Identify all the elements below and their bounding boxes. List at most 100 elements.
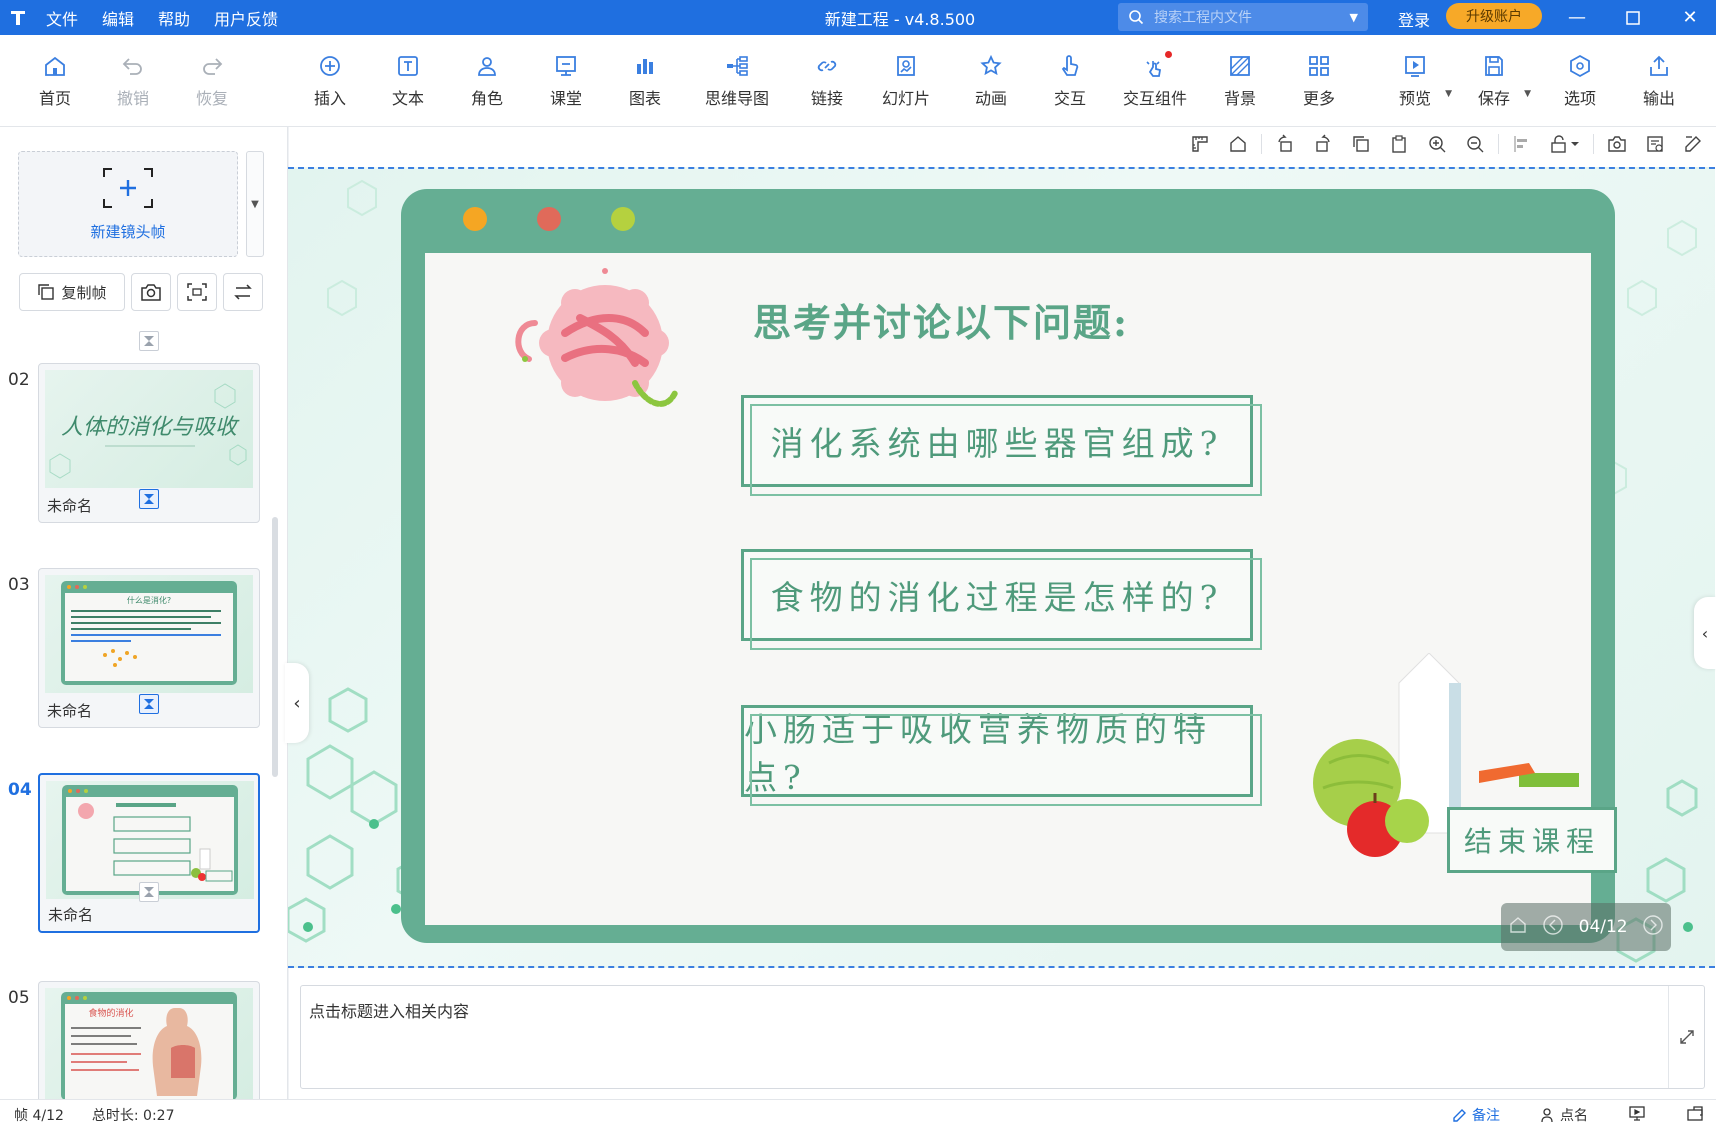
- minimize-icon[interactable]: —: [1552, 0, 1602, 35]
- animation-button[interactable]: 动画: [956, 53, 1026, 109]
- home-button[interactable]: 首页: [20, 53, 90, 109]
- save-button[interactable]: 保存 ▼: [1459, 53, 1531, 109]
- close-icon[interactable]: ✕: [1665, 0, 1715, 35]
- switch-frame-button[interactable]: [223, 273, 263, 311]
- play-icon: [1402, 53, 1428, 79]
- page-indicator: 04/12: [1578, 917, 1628, 937]
- redo-button[interactable]: 恢复: [177, 53, 247, 109]
- role-button[interactable]: 角色: [452, 53, 522, 109]
- ruler-icon[interactable]: [1185, 129, 1215, 159]
- insert-button[interactable]: 插入: [295, 53, 365, 109]
- interact-button[interactable]: 交互: [1035, 53, 1105, 109]
- notification-dot: [1165, 51, 1172, 58]
- window-dot-red: [537, 207, 561, 231]
- frame-label: 未命名: [48, 906, 94, 924]
- save-dropdown-icon[interactable]: ▼: [1524, 89, 1531, 99]
- end-course-button[interactable]: 结束课程: [1447, 807, 1617, 873]
- window-title: 新建工程 - v4.8.500: [824, 9, 976, 29]
- transition-icon[interactable]: [139, 694, 159, 714]
- more-button[interactable]: 更多: [1284, 53, 1354, 109]
- copy-element-icon[interactable]: [1346, 129, 1376, 159]
- collapse-right-panel-icon[interactable]: ‹: [1694, 597, 1716, 669]
- undo-button[interactable]: 撤销: [98, 53, 168, 109]
- transition-icon[interactable]: [139, 331, 159, 351]
- menu-file[interactable]: 文件: [46, 6, 78, 30]
- menu-help[interactable]: 帮助: [158, 6, 190, 30]
- notes-text: 点击标题进入相关内容: [309, 1002, 470, 1021]
- window-dot-orange: [463, 207, 487, 231]
- question-box-1[interactable]: 消化系统由哪些器官组成?: [741, 395, 1262, 496]
- menu-feedback[interactable]: 用户反馈: [214, 6, 278, 30]
- fit-frame-button[interactable]: [177, 273, 217, 311]
- menu-edit[interactable]: 编辑: [102, 6, 134, 30]
- search-dropdown-icon[interactable]: ▼: [1350, 11, 1358, 24]
- link-icon: [814, 53, 840, 79]
- presentation-icon[interactable]: [1628, 1105, 1646, 1125]
- new-frame-button[interactable]: 新建镜头帧: [18, 151, 238, 257]
- rotate-right-icon[interactable]: [1308, 129, 1338, 159]
- menu-bar: 文件 编辑 帮助 用户反馈: [46, 6, 278, 30]
- text-icon: [395, 53, 421, 79]
- fit-frame-icon: [187, 283, 207, 301]
- home-icon: [42, 53, 68, 79]
- transition-icon[interactable]: [139, 882, 159, 902]
- frame-number: 05: [8, 988, 30, 1008]
- title-bar: 文件 编辑 帮助 用户反馈 新建工程 - v4.8.500 搜索工程内文件 ▼ …: [0, 0, 1716, 35]
- nav-next-icon[interactable]: [1642, 914, 1664, 941]
- frame-number: 04: [8, 780, 32, 800]
- canvas-area: 思考并讨论以下问题: 消化系统由哪些器官组成? 食物的消化过程是怎样的? 小肠适…: [285, 127, 1716, 1099]
- paste-icon[interactable]: [1384, 129, 1414, 159]
- link-button[interactable]: 链接: [792, 53, 862, 109]
- text-button[interactable]: 文本: [373, 53, 443, 109]
- edit-icon[interactable]: [1678, 129, 1708, 159]
- toolbar-separator: [1593, 134, 1594, 154]
- align-left-icon[interactable]: [1507, 129, 1537, 159]
- preview-button[interactable]: 预览 ▼: [1380, 53, 1452, 109]
- rollcall-button[interactable]: 点名: [1540, 1105, 1588, 1125]
- zoom-in-icon[interactable]: [1422, 129, 1452, 159]
- nav-home-icon[interactable]: [1508, 915, 1528, 940]
- camera-view-icon[interactable]: [1602, 129, 1632, 159]
- swap-icon: [234, 284, 252, 300]
- search-input[interactable]: 搜索工程内文件 ▼: [1118, 3, 1368, 31]
- notes-area[interactable]: 点击标题进入相关内容: [300, 985, 1705, 1089]
- zoom-out-icon[interactable]: [1460, 129, 1490, 159]
- frame-panel-scrollbar[interactable]: [272, 517, 278, 777]
- slide-navigation: 04/12: [1501, 903, 1671, 951]
- lock-dropdown-icon[interactable]: [1545, 129, 1585, 159]
- interact-component-button[interactable]: 交互组件: [1118, 51, 1192, 109]
- notes-button[interactable]: 备注: [1452, 1105, 1500, 1125]
- options-button[interactable]: 选项: [1545, 53, 1615, 109]
- question-box-3[interactable]: 小肠适于吸收营养物质的特点?: [741, 705, 1262, 806]
- background-button[interactable]: 背景: [1205, 53, 1275, 109]
- screenshot-button[interactable]: [131, 273, 171, 311]
- frame-settings-icon[interactable]: [1640, 129, 1670, 159]
- preview-dropdown-icon[interactable]: ▼: [1445, 89, 1452, 99]
- window-mode-icon[interactable]: [1686, 1105, 1704, 1125]
- question-box-2[interactable]: 食物的消化过程是怎样的?: [741, 549, 1262, 650]
- collapse-left-panel-icon[interactable]: ‹: [285, 663, 309, 743]
- rotate-left-icon[interactable]: [1270, 129, 1300, 159]
- slides-button[interactable]: 幻灯片: [871, 53, 941, 109]
- maximize-icon[interactable]: [1608, 0, 1658, 35]
- login-link[interactable]: 登录: [1398, 7, 1430, 31]
- export-button[interactable]: 输出: [1624, 53, 1694, 109]
- background-icon: [1227, 53, 1253, 79]
- classroom-button[interactable]: 课堂: [531, 53, 601, 109]
- toolbar-separator: [1261, 134, 1262, 154]
- nav-prev-icon[interactable]: [1542, 914, 1564, 941]
- status-bar: 帧 4/12 总时长: 0:27 备注 点名: [0, 1099, 1716, 1129]
- frame-thumbnail-04[interactable]: 未命名: [38, 773, 260, 933]
- upgrade-button[interactable]: 升级账户: [1446, 3, 1542, 29]
- new-frame-dropdown-icon[interactable]: ▼: [246, 151, 264, 257]
- copy-frame-button[interactable]: 复制帧: [19, 273, 125, 311]
- mindmap-button[interactable]: 思维导图: [701, 53, 773, 109]
- frame-thumbnail-05[interactable]: 食物的消化: [38, 981, 260, 1099]
- home-view-icon[interactable]: [1223, 129, 1253, 159]
- expand-notes-icon[interactable]: [1668, 986, 1704, 1088]
- transition-icon[interactable]: [139, 489, 159, 509]
- slide-stage[interactable]: 思考并讨论以下问题: 消化系统由哪些器官组成? 食物的消化过程是怎样的? 小肠适…: [288, 167, 1715, 968]
- slides-icon: [893, 53, 919, 79]
- slide-heading: 思考并讨论以下问题:: [753, 300, 1130, 345]
- chart-button[interactable]: 图表: [610, 53, 680, 109]
